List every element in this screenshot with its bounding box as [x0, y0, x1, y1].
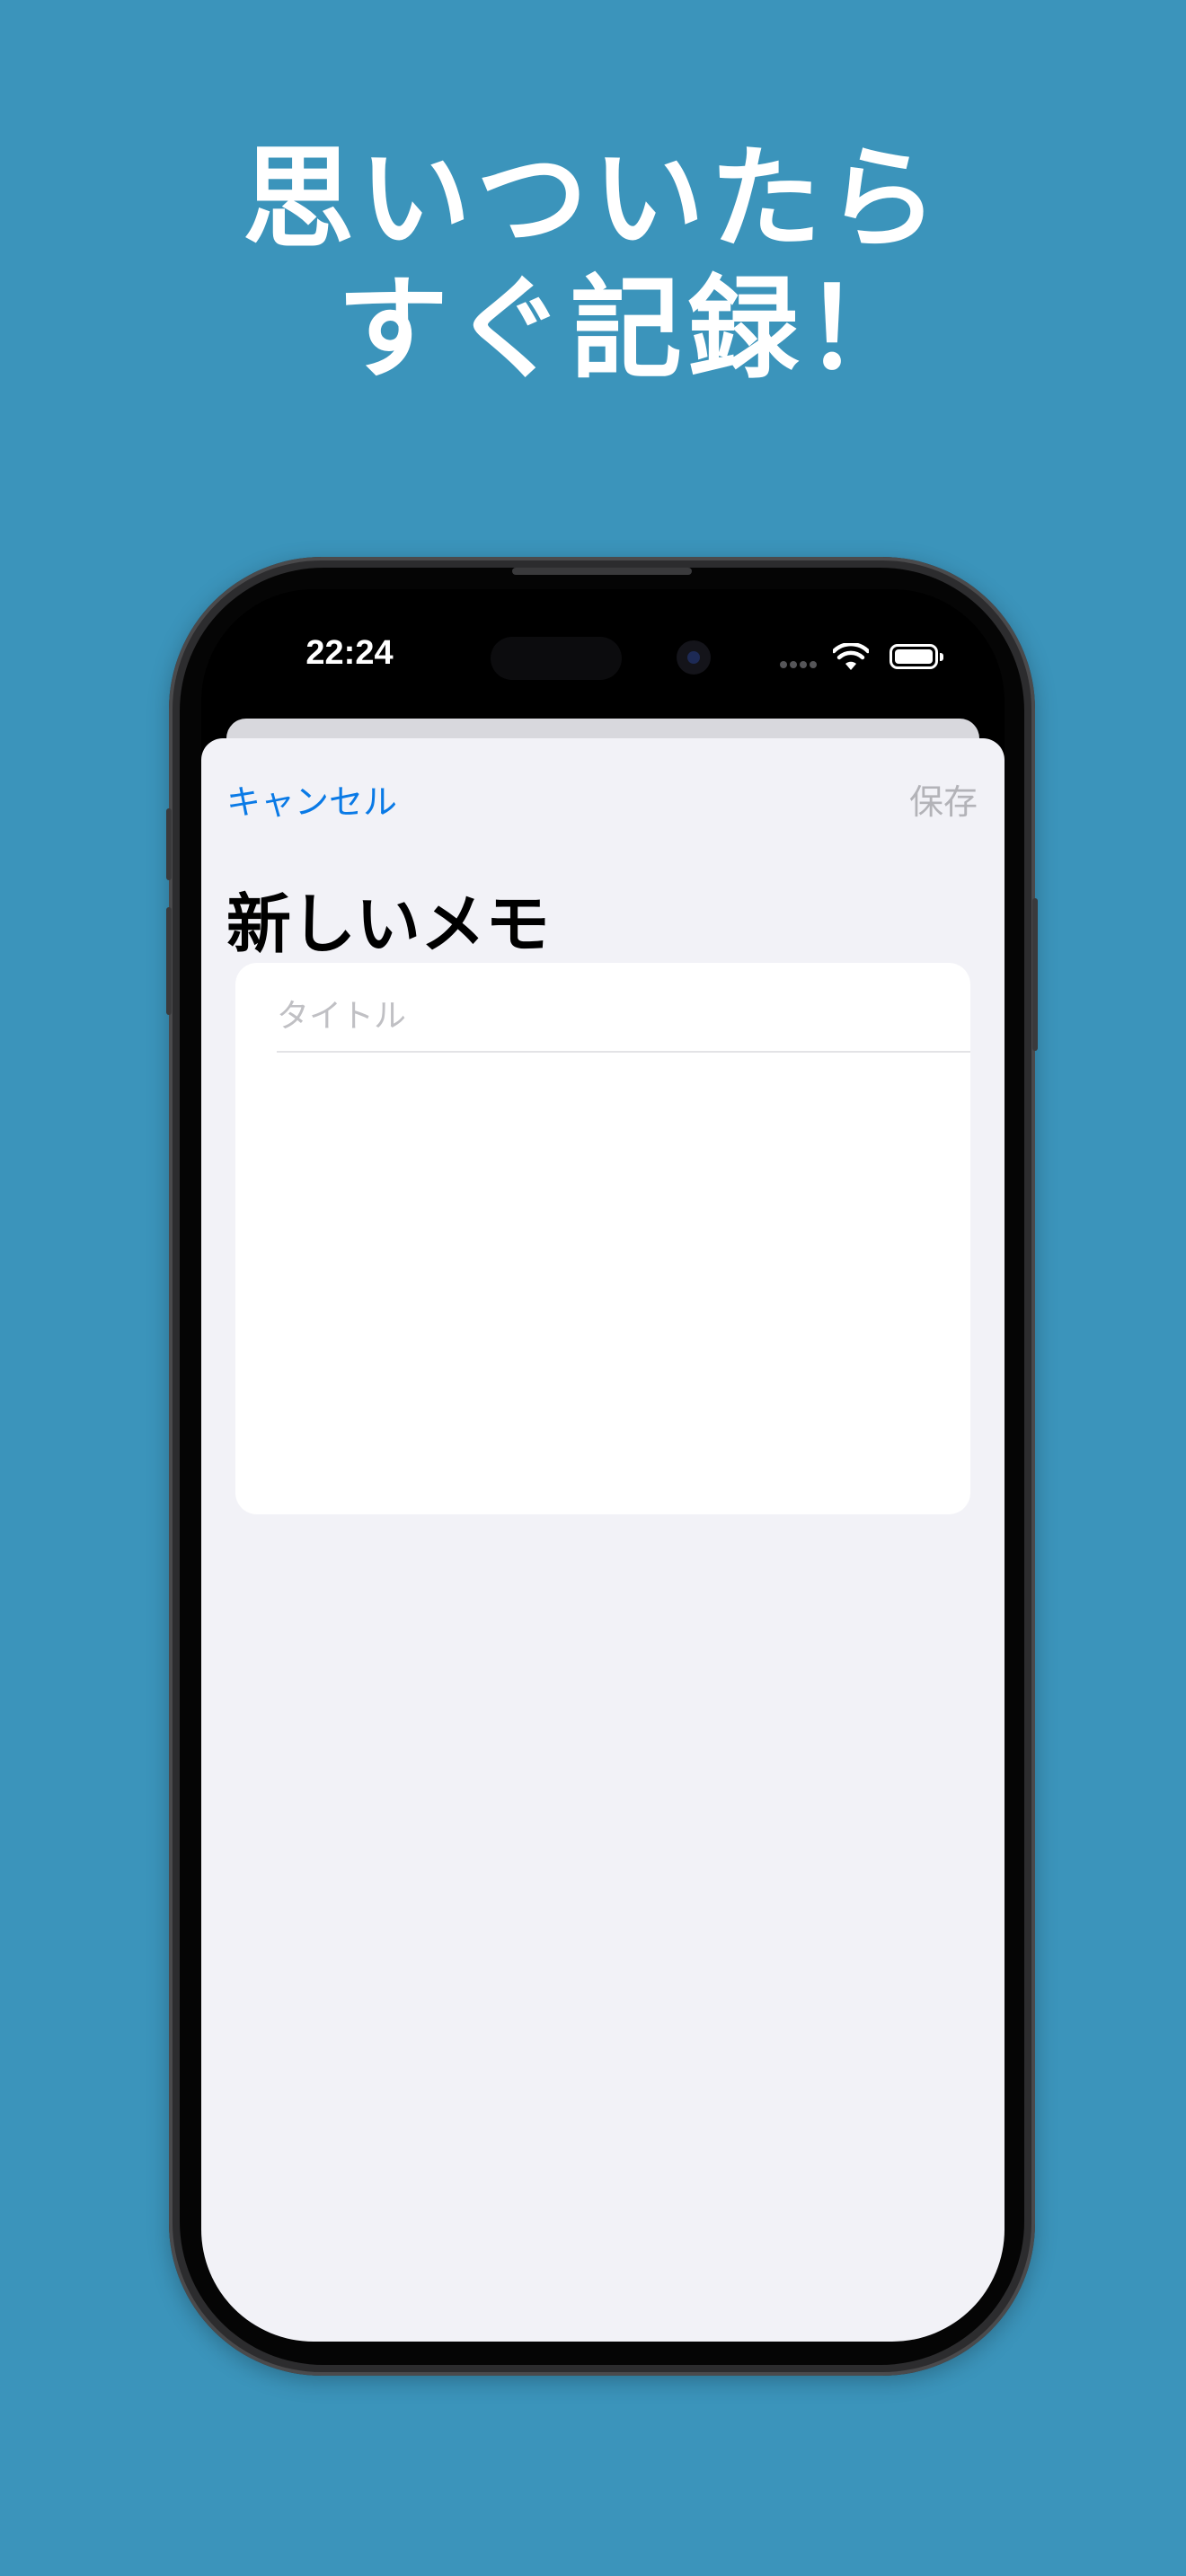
memo-form [235, 963, 970, 1514]
phone-side-button [166, 907, 172, 1015]
promo-headline-line2: すぐ記録！ [336, 265, 921, 394]
phone-side-button [1032, 898, 1038, 1051]
wifi-icon [833, 643, 869, 670]
battery-icon [890, 644, 943, 669]
divider [277, 1051, 970, 1053]
status-time: 22:24 [305, 634, 394, 672]
phone-side-button [166, 808, 172, 880]
phone-top-edge [512, 568, 692, 575]
title-input[interactable] [277, 984, 970, 1047]
new-memo-sheet: キャンセル 保存 新しいメモ [201, 738, 1005, 2342]
memo-body-textarea[interactable] [277, 1062, 942, 1493]
page-title: 新しいメモ [226, 887, 551, 962]
promo-headline: 思いついたら すぐ記録！ [0, 135, 1186, 395]
save-button[interactable]: 保存 [909, 774, 978, 824]
dynamic-island [491, 637, 622, 680]
camera-icon [677, 640, 711, 675]
cellular-signal-icon [780, 661, 821, 672]
phone-screen: 22:24 キャンセル 保存 新しいメモ [201, 589, 1005, 2342]
promo-headline-line1: 思いついたら [242, 135, 943, 264]
cancel-button[interactable]: キャンセル [226, 774, 397, 824]
